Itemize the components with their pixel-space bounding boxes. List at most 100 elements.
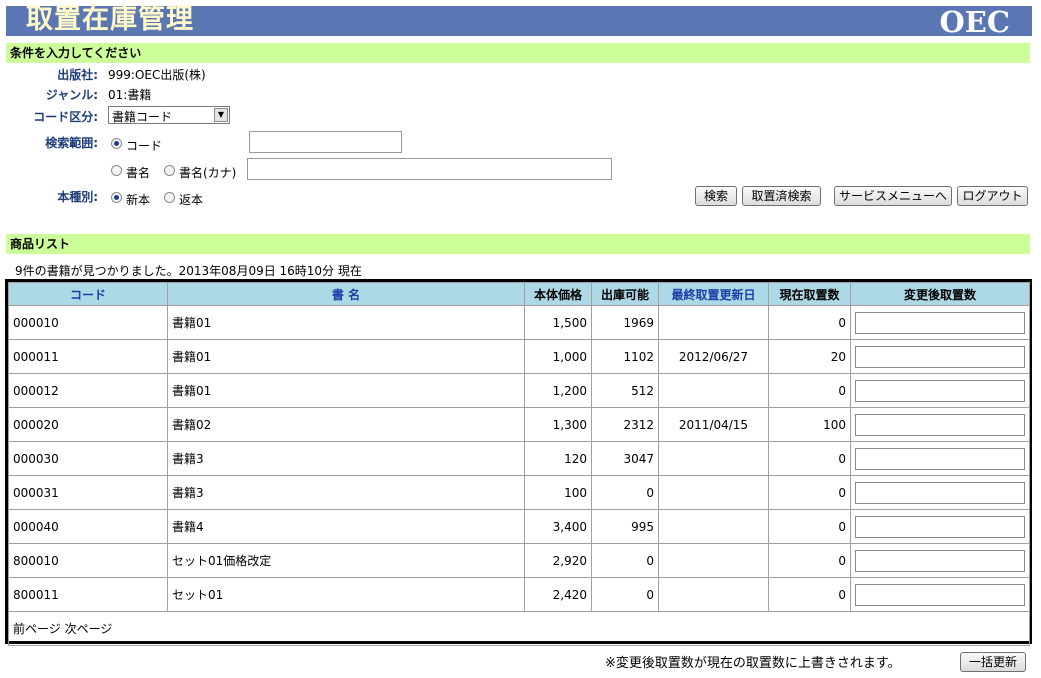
new-qty-input[interactable] — [855, 515, 1025, 538]
cell-available: 1102 — [591, 339, 659, 374]
cell-new-qty — [850, 373, 1030, 408]
next-page-link[interactable]: 次ページ — [65, 622, 113, 636]
search-button[interactable]: 検索 — [695, 186, 737, 206]
range-title-kana-label: 書名(カナ) — [179, 166, 237, 180]
publisher-label: 出版社: — [57, 68, 98, 82]
new-qty-input[interactable] — [855, 549, 1025, 572]
cell-current: 20 — [768, 339, 851, 374]
table-row: 000020 書籍02 1,300 2312 2011/04/15 100 — [8, 407, 1030, 442]
bulk-update-button[interactable]: 一括更新 — [960, 652, 1026, 672]
book-type-returned-radio[interactable] — [164, 192, 175, 203]
title-bar: 取置在庫管理 OEC — [6, 4, 1032, 39]
cell-current: 0 — [768, 509, 851, 544]
table-header-row: コード 書 名 本体価格 出庫可能 最終取置更新日 現在取置数 変更後取置数 — [8, 282, 1030, 306]
cell-price: 1,000 — [524, 339, 592, 374]
new-qty-input[interactable] — [855, 447, 1025, 470]
range-title-radio[interactable] — [111, 165, 122, 176]
cell-title: 書籍01 — [167, 373, 525, 408]
cell-new-qty — [850, 441, 1030, 476]
cell-price: 1,300 — [524, 407, 592, 442]
cell-last-updated — [658, 373, 769, 408]
cell-code: 000012 — [8, 373, 168, 408]
cell-code: 000010 — [8, 305, 168, 340]
code-search-input[interactable] — [249, 131, 402, 153]
conditions-section-header: 条件を入力してください — [6, 43, 1030, 63]
cell-current: 0 — [768, 305, 851, 340]
product-list-section-header: 商品リスト — [6, 234, 1030, 254]
service-menu-button[interactable]: サービスメニューへ — [834, 186, 952, 206]
cell-new-qty — [850, 543, 1030, 578]
code-type-select[interactable]: 書籍コード ▼ — [108, 106, 230, 124]
book-type-new-label: 新本 — [126, 193, 151, 207]
cell-available: 0 — [591, 543, 659, 578]
cell-new-qty — [850, 509, 1030, 544]
genre-value: 01:書籍 — [108, 88, 152, 102]
cell-title: 書籍3 — [167, 441, 525, 476]
cell-available: 1969 — [591, 305, 659, 340]
table-row: 000011 書籍01 1,000 1102 2012/06/27 20 — [8, 339, 1030, 374]
reserved-search-button[interactable]: 取置済検索 — [742, 186, 821, 206]
cell-last-updated: 2011/04/15 — [658, 407, 769, 442]
code-type-label: コード区分: — [33, 110, 98, 124]
cell-current: 0 — [768, 441, 851, 476]
cell-last-updated — [658, 441, 769, 476]
title-search-input[interactable] — [247, 158, 612, 180]
cell-code: 000020 — [8, 407, 168, 442]
cell-code: 000031 — [8, 475, 168, 510]
cell-title: 書籍4 — [167, 509, 525, 544]
book-type-returned-label: 返本 — [179, 193, 204, 207]
cell-current: 0 — [768, 475, 851, 510]
range-title-label: 書名 — [126, 166, 151, 180]
range-code-radio[interactable] — [111, 138, 122, 149]
col-header-price: 本体価格 — [524, 282, 592, 306]
cell-available: 3047 — [591, 441, 659, 476]
col-header-title[interactable]: 書 名 — [167, 282, 525, 306]
cell-last-updated: 2012/06/27 — [658, 339, 769, 374]
pager: 前ページ 次ページ — [8, 611, 1030, 646]
cell-code: 000030 — [8, 441, 168, 476]
col-header-last-updated[interactable]: 最終取置更新日 — [658, 282, 769, 306]
new-qty-input[interactable] — [855, 345, 1025, 368]
logout-button[interactable]: ログアウト — [957, 186, 1028, 206]
table-row: 000030 書籍3 120 3047 0 — [8, 441, 1030, 476]
cell-price: 2,420 — [524, 577, 592, 612]
col-header-new-qty: 変更後取置数 — [850, 282, 1030, 306]
new-qty-input[interactable] — [855, 413, 1025, 436]
cell-current: 100 — [768, 407, 851, 442]
new-qty-input[interactable] — [855, 481, 1025, 504]
cell-price: 2,920 — [524, 543, 592, 578]
prev-page-link[interactable]: 前ページ — [13, 622, 61, 636]
cell-available: 2312 — [591, 407, 659, 442]
range-title-kana-radio[interactable] — [164, 165, 175, 176]
cell-title: セット01価格改定 — [167, 543, 525, 578]
cell-last-updated — [658, 509, 769, 544]
cell-title: 書籍01 — [167, 305, 525, 340]
col-header-current: 現在取置数 — [768, 282, 851, 306]
chevron-down-icon[interactable]: ▼ — [214, 108, 228, 122]
cell-title: 書籍02 — [167, 407, 525, 442]
result-count-message: 9件の書籍が見つかりました。2013年08月09日 16時10分 現在 — [15, 264, 362, 278]
cell-new-qty — [850, 305, 1030, 340]
new-qty-input[interactable] — [855, 379, 1025, 402]
brand-logo: OEC — [939, 5, 1010, 39]
overwrite-note: ※変更後取置数が現在の取置数に上書きされます。 — [605, 656, 901, 671]
cell-last-updated — [658, 475, 769, 510]
cell-available: 512 — [591, 373, 659, 408]
cell-code: 000011 — [8, 339, 168, 374]
cell-available: 995 — [591, 509, 659, 544]
cell-title: 書籍01 — [167, 339, 525, 374]
cell-new-qty — [850, 577, 1030, 612]
cell-code: 800010 — [8, 543, 168, 578]
col-header-code[interactable]: コード — [8, 282, 168, 306]
cell-available: 0 — [591, 577, 659, 612]
new-qty-input[interactable] — [855, 311, 1025, 334]
table-row: 800011 セット01 2,420 0 0 — [8, 577, 1030, 612]
cell-title: セット01 — [167, 577, 525, 612]
cell-code: 800011 — [8, 577, 168, 612]
new-qty-input[interactable] — [855, 583, 1025, 606]
search-range-label: 検索範囲: — [45, 136, 98, 150]
publisher-value: 999:OEC出版(株) — [108, 68, 206, 82]
book-type-new-radio[interactable] — [111, 192, 122, 203]
table-row: 000012 書籍01 1,200 512 0 — [8, 373, 1030, 408]
page-title: 取置在庫管理 — [26, 4, 194, 35]
